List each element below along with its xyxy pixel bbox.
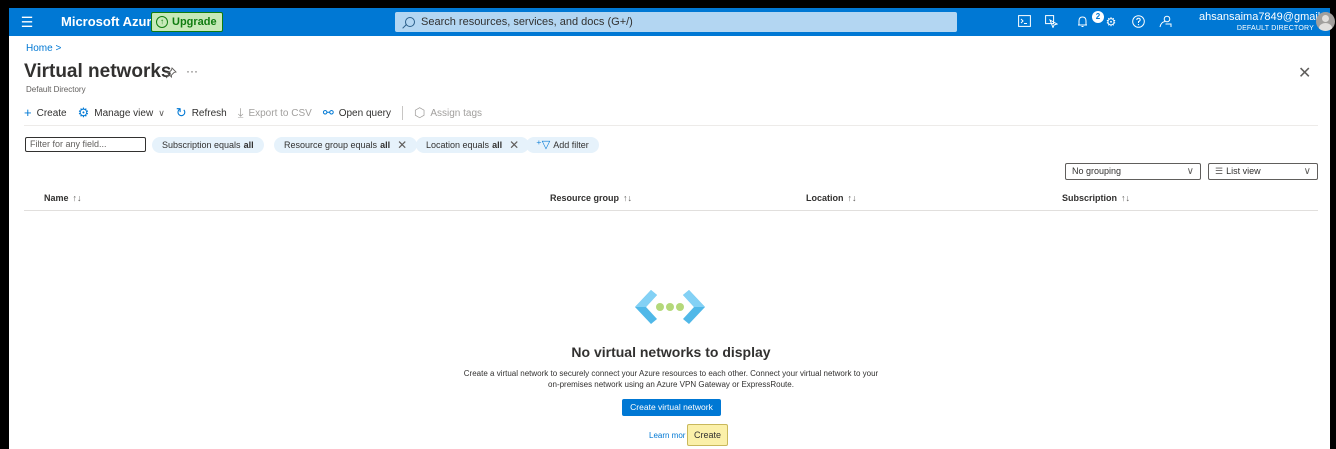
search-icon <box>405 17 415 27</box>
location-filter-label: Location equals <box>426 140 490 150</box>
open-query-button[interactable]: ⚯ Open query <box>323 106 391 120</box>
manage-view-label: Manage view <box>94 107 154 119</box>
close-icon[interactable]: ✕ <box>1298 63 1311 83</box>
assign-tags-button[interactable]: ⬡ Assign tags <box>414 106 482 120</box>
column-location-label: Location <box>806 193 844 203</box>
directory-filter-icon[interactable] <box>1044 15 1058 29</box>
refresh-icon: ↻ <box>175 105 187 120</box>
grouping-dropdown[interactable]: No grouping ∨ <box>1065 163 1201 180</box>
user-directory: DEFAULT DIRECTORY <box>1236 25 1314 32</box>
open-query-label: Open query <box>338 107 391 119</box>
screen-border-left <box>0 0 9 449</box>
top-bar: ☰ Microsoft Azure ↑ Upgrade Search resou… <box>9 8 1335 36</box>
empty-state-description-line: on-premises network using an Azure VPN G… <box>548 380 794 389</box>
cloud-shell-icon[interactable] <box>1017 15 1031 29</box>
command-toolbar: + Create ⚙ Manage view ∨ ↻ Refresh ⤓ Exp… <box>24 105 493 121</box>
pin-icon[interactable] <box>165 67 177 82</box>
chevron-down-icon: ∨ <box>1186 166 1194 177</box>
download-icon: ⤓ <box>237 105 244 120</box>
remove-filter-icon[interactable]: ✕ <box>509 137 519 153</box>
notification-count-badge: 2 <box>1092 11 1104 23</box>
empty-state-description-line: Create a virtual network to securely con… <box>463 369 879 378</box>
search-placeholder: Search resources, services, and docs (G+… <box>421 16 633 28</box>
resource-group-filter-value: all <box>380 140 391 150</box>
list-view-icon: ☰ <box>1215 166 1224 176</box>
gear-icon: ⚙ <box>77 105 90 120</box>
create-button[interactable]: + Create <box>24 106 67 120</box>
virtual-network-icon <box>633 286 707 328</box>
upgrade-label: Upgrade <box>172 16 217 28</box>
breadcrumb: Home > <box>26 43 61 54</box>
sort-up-icon: ↑↓ <box>72 193 82 203</box>
empty-state-title: No virtual networks to display <box>571 344 771 360</box>
manage-view-button[interactable]: ⚙ Manage view ∨ <box>78 106 165 120</box>
learn-more-link[interactable]: Learn mor <box>649 431 685 440</box>
settings-icon[interactable]: ⚙ <box>1104 15 1118 29</box>
location-filter-value: all <box>492 140 503 150</box>
add-filter-button[interactable]: ⁺▽ Add filter <box>526 137 599 153</box>
add-filter-icon: ⁺▽ <box>536 139 551 151</box>
plus-icon: + <box>24 105 32 120</box>
grouping-value: No grouping <box>1072 166 1122 176</box>
avatar[interactable] <box>1316 12 1335 31</box>
subscription-filter-value: all <box>243 140 254 150</box>
export-csv-label: Export to CSV <box>248 107 312 119</box>
toolbar-divider-line <box>24 125 1318 126</box>
brand-title[interactable]: Microsoft Azure <box>61 14 159 30</box>
upgrade-arrow-icon: ↑ <box>156 16 168 28</box>
column-header-subscription[interactable]: Subscription ↑↓ <box>1062 193 1130 203</box>
sort-icon: ↑↓ <box>1121 193 1131 203</box>
view-dropdown[interactable]: ☰ List view ∨ <box>1208 163 1318 180</box>
toolbar-divider <box>401 106 403 120</box>
chevron-down-icon: ∨ <box>1303 166 1311 177</box>
column-header-resource-group[interactable]: Resource group ↑↓ <box>550 193 632 203</box>
create-label: Create <box>36 107 67 119</box>
global-search-input[interactable]: Search resources, services, and docs (G+… <box>395 12 957 32</box>
refresh-label: Refresh <box>191 107 227 119</box>
filter-input[interactable]: Filter for any field... <box>25 137 146 152</box>
upgrade-button[interactable]: ↑ Upgrade <box>151 12 223 32</box>
empty-state-description: Create a virtual network to securely con… <box>420 368 922 390</box>
export-csv-button[interactable]: ⤓ Export to CSV <box>238 106 312 120</box>
user-email[interactable]: ahsansaima7849@gmail... <box>1199 11 1329 23</box>
column-name-label: Name <box>44 193 69 203</box>
location-filter-pill[interactable]: Location equals all ✕ <box>416 137 530 153</box>
view-value: List view <box>1226 166 1261 176</box>
page-subtitle: Default Directory <box>26 85 86 94</box>
hamburger-menu-icon[interactable]: ☰ <box>19 14 35 30</box>
table-header-divider <box>24 210 1318 211</box>
query-icon: ⚯ <box>322 105 334 120</box>
screen-border-right <box>1330 0 1336 449</box>
feedback-icon[interactable] <box>1158 15 1172 29</box>
tag-icon: ⬡ <box>413 105 426 120</box>
sort-icon: ↑↓ <box>623 193 633 203</box>
column-subscription-label: Subscription <box>1062 193 1118 203</box>
column-header-name[interactable]: Name ↑↓ <box>44 193 82 203</box>
breadcrumb-home-link[interactable]: Home <box>26 43 53 54</box>
screen-border-top <box>0 0 1336 8</box>
add-filter-label: Add filter <box>553 140 589 150</box>
more-options-icon[interactable]: ··· <box>186 64 198 78</box>
notifications-icon[interactable] <box>1075 15 1089 29</box>
help-icon[interactable] <box>1131 15 1145 29</box>
create-tooltip: Create <box>687 424 728 446</box>
subscription-filter-label: Subscription equals <box>162 140 241 150</box>
page-title: Virtual networks <box>24 61 172 82</box>
subscription-filter-pill[interactable]: Subscription equals all <box>152 137 264 153</box>
resource-group-filter-label: Resource group equals <box>284 140 378 150</box>
refresh-button[interactable]: ↻ Refresh <box>176 106 227 120</box>
sort-icon: ↑↓ <box>847 193 857 203</box>
column-header-location[interactable]: Location ↑↓ <box>806 193 857 203</box>
breadcrumb-separator: > <box>55 43 62 54</box>
assign-tags-label: Assign tags <box>430 107 483 119</box>
create-virtual-network-button[interactable]: Create virtual network <box>622 399 721 416</box>
resource-group-filter-pill[interactable]: Resource group equals all ✕ <box>274 137 418 153</box>
column-resource-group-label: Resource group <box>550 193 620 203</box>
chevron-down-icon: ∨ <box>158 108 165 118</box>
remove-filter-icon[interactable]: ✕ <box>397 137 407 153</box>
